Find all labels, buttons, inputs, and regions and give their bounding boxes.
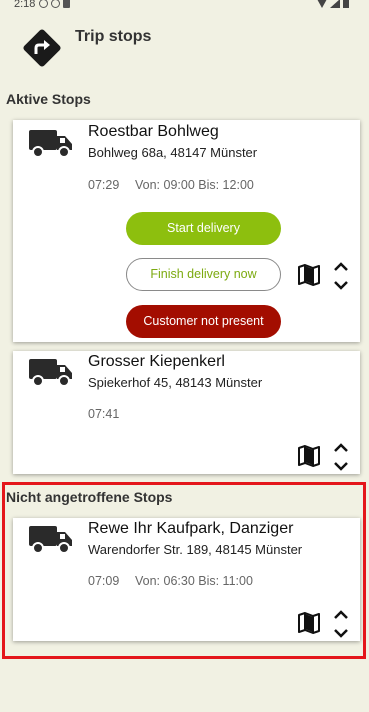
stop-eta: 07:41 (88, 407, 120, 421)
battery-icon (343, 0, 349, 8)
map-icon[interactable] (298, 264, 320, 286)
reorder-icon[interactable] (333, 260, 349, 292)
stop-address: Spiekerhof 45, 48143 Münster (88, 375, 263, 390)
wifi-icon (317, 0, 327, 8)
directions-icon[interactable] (22, 28, 62, 68)
customer-not-present-button[interactable]: Customer not present (126, 305, 281, 338)
stop-card[interactable]: Rewe Ihr Kaufpark, Danziger Warendorfer … (13, 518, 360, 641)
section-title-not-found: Nicht angetroffene Stops (6, 489, 173, 505)
map-icon[interactable] (298, 612, 320, 634)
stop-address: Bohlweg 68a, 48147 Münster (88, 145, 258, 160)
stop-name: Grosser Kiepenkerl (88, 353, 225, 370)
info-icon (39, 0, 49, 8)
status-bar: 2:18 (0, 0, 369, 12)
stop-time-window: Von: 06:30 Bis: 11:00 (135, 574, 253, 588)
start-delivery-button[interactable]: Start delivery (126, 212, 281, 245)
status-time: 2:18 (14, 0, 36, 10)
stop-card[interactable]: Roestbar Bohlweg Bohlweg 68a, 48147 Müns… (13, 120, 360, 342)
stop-address: Warendorfer Str. 189, 48145 Münster (88, 542, 303, 557)
page-title: Trip stops (75, 28, 152, 45)
truck-icon (29, 526, 72, 554)
sd-card-icon (63, 0, 71, 8)
reorder-icon[interactable] (333, 608, 349, 640)
stop-eta: 07:09 (88, 574, 120, 588)
signal-icon (330, 0, 340, 8)
map-icon[interactable] (298, 445, 320, 467)
truck-icon (29, 130, 72, 158)
app-header: Trip stops (0, 22, 369, 72)
stop-name: Roestbar Bohlweg (88, 123, 219, 140)
section-title-active: Aktive Stops (6, 91, 91, 107)
stop-time-window: Von: 09:00 Bis: 12:00 (135, 178, 254, 192)
blocked-icon (51, 0, 61, 8)
truck-icon (29, 359, 72, 387)
stop-card[interactable]: Grosser Kiepenkerl Spiekerhof 45, 48143 … (13, 351, 360, 474)
stop-eta: 07:29 (88, 178, 120, 192)
stop-name: Rewe Ihr Kaufpark, Danziger (88, 520, 294, 537)
finish-delivery-button[interactable]: Finish delivery now (126, 258, 281, 291)
reorder-icon[interactable] (333, 441, 349, 473)
